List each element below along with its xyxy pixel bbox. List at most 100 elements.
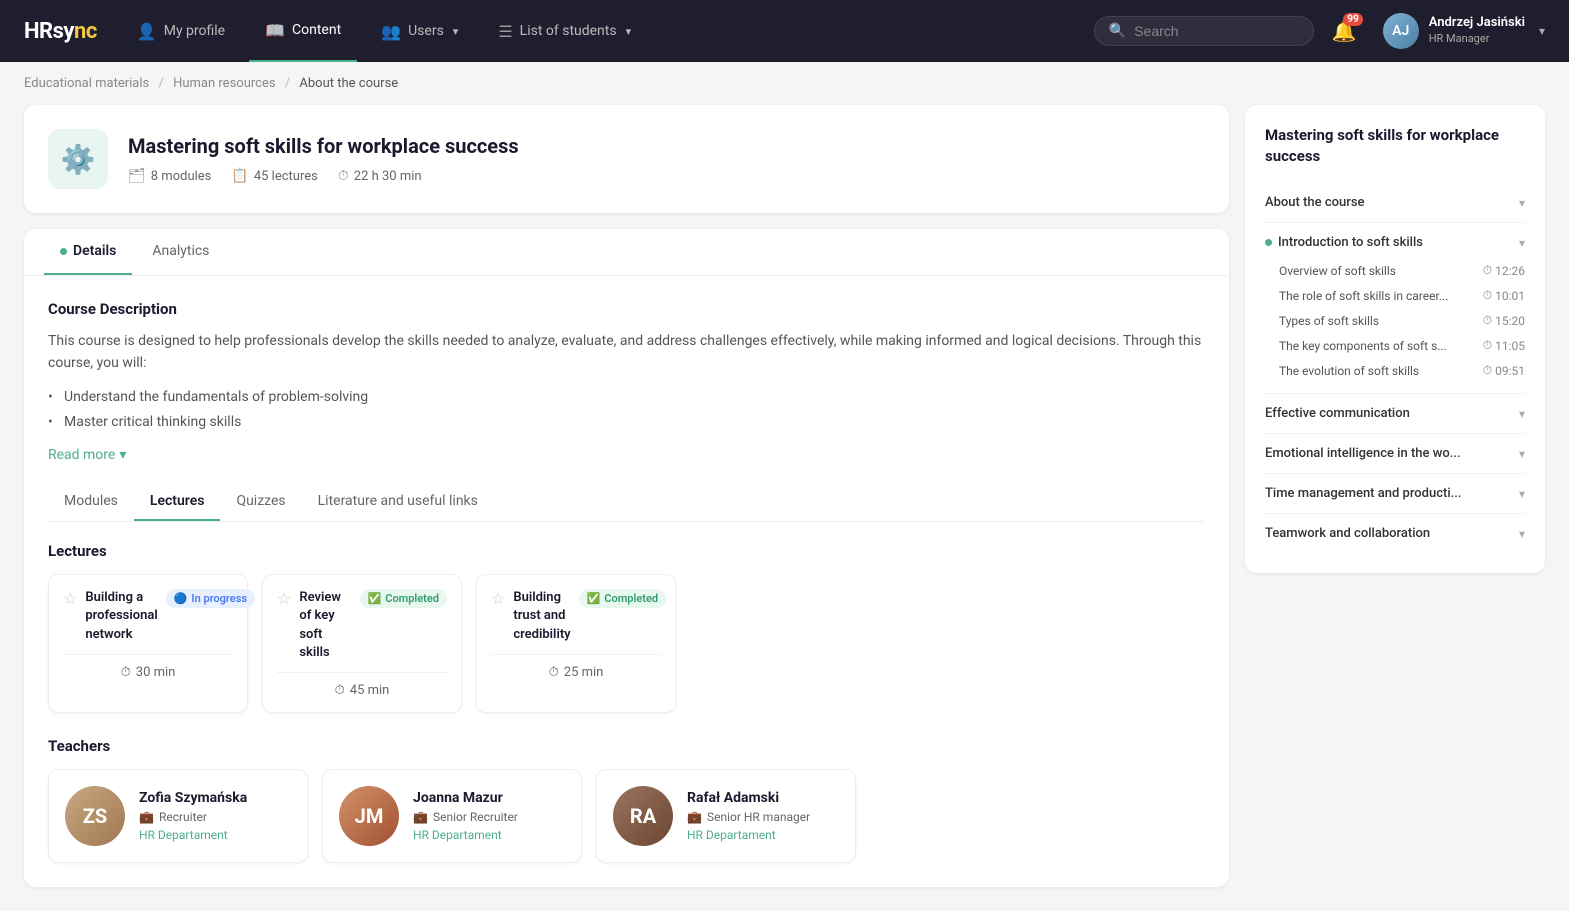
- effective-comm-chevron: [1519, 407, 1525, 421]
- lesson-clock-2: ⏱: [1483, 313, 1492, 328]
- teacher-avatar-1: JM: [339, 786, 399, 846]
- sub-tab-lectures[interactable]: Lectures: [134, 483, 221, 521]
- notification-badge: 99: [1343, 13, 1362, 26]
- avatar-image: AJ: [1383, 13, 1419, 49]
- teacher-name-1: Joanna Mazur: [413, 790, 518, 806]
- role-label-1: Senior Recruiter: [433, 810, 518, 824]
- user-role: HR Manager: [1429, 32, 1525, 46]
- breadcrumb-sep-0: /: [158, 76, 163, 91]
- breadcrumb-item-0[interactable]: Educational materials: [24, 76, 149, 91]
- sub-tab-literature[interactable]: Literature and useful links: [302, 483, 494, 521]
- teacher-role-0: 💼 Recruiter: [139, 810, 247, 824]
- nav-item-list-of-students[interactable]: ☰ List of students ▾: [482, 0, 647, 62]
- profile-icon: 👤: [137, 22, 157, 41]
- lecture-time-0: ⏱ 30 min: [63, 654, 233, 680]
- sidebar-section-header-time-mgmt[interactable]: Time management and producti...: [1265, 484, 1525, 503]
- course-lectures-meta: 📋 45 lectures: [231, 168, 317, 184]
- nav-label-list-of-students: List of students: [520, 23, 617, 39]
- sidebar-lesson-0[interactable]: Overview of soft skills ⏱ 12:26: [1279, 258, 1525, 283]
- nav-item-content[interactable]: 📖 Content: [249, 0, 357, 62]
- description-bullets: Understand the fundamentals of problem-s…: [48, 385, 1205, 435]
- user-dropdown-icon: ▾: [1539, 24, 1545, 38]
- lecture-star-1[interactable]: ☆: [277, 589, 291, 608]
- search-input[interactable]: [1134, 23, 1299, 39]
- sidebar-section-intro: Introduction to soft skills Overview of …: [1265, 223, 1525, 394]
- lesson-clock-4: ⏱: [1483, 363, 1492, 378]
- tab-label-details: Details: [73, 243, 116, 259]
- sub-tab-quizzes[interactable]: Quizzes: [220, 483, 301, 521]
- sidebar-section-header-emotional-intel[interactable]: Emotional intelligence in the wo...: [1265, 444, 1525, 463]
- teacher-dept-1[interactable]: HR Departament: [413, 828, 518, 842]
- logo-accent: nc: [74, 19, 97, 44]
- time-mgmt-label-text: Time management and producti...: [1265, 486, 1461, 501]
- lecture-star-0[interactable]: ☆: [63, 589, 77, 608]
- sidebar-section-header-teamwork[interactable]: Teamwork and collaboration: [1265, 524, 1525, 543]
- lecture-star-2[interactable]: ☆: [491, 589, 505, 608]
- sub-tab-modules[interactable]: Modules: [48, 483, 134, 521]
- teacher-avatar-initials-1: JM: [339, 786, 399, 846]
- avatar: AJ: [1383, 13, 1419, 49]
- about-label-text: About the course: [1265, 195, 1364, 210]
- time-icon-1: ⏱: [335, 683, 345, 698]
- sidebar-section-label-emotional-intel: Emotional intelligence in the wo...: [1265, 446, 1461, 461]
- sidebar-lesson-3[interactable]: The key components of soft s... ⏱ 11:05: [1279, 333, 1525, 358]
- lesson-time-val-3: 11:05: [1495, 339, 1525, 353]
- nav-item-my-profile[interactable]: 👤 My profile: [121, 0, 241, 62]
- sidebar-lesson-1[interactable]: The role of soft skills in career... ⏱ 1…: [1279, 283, 1525, 308]
- sidebar-section-effective-comm: Effective communication: [1265, 394, 1525, 434]
- tab-details[interactable]: Details: [44, 229, 132, 275]
- intro-bullet: [1265, 239, 1272, 246]
- badge-icon-1: ✅: [368, 592, 382, 605]
- time-mgmt-chevron: [1519, 487, 1525, 501]
- teamwork-label-text: Teamwork and collaboration: [1265, 526, 1430, 541]
- lesson-time-0: ⏱ 12:26: [1483, 263, 1525, 278]
- sidebar-section-teamwork: Teamwork and collaboration: [1265, 514, 1525, 553]
- sidebar-section-label-intro: Introduction to soft skills: [1265, 235, 1423, 250]
- time-value-1: 45 min: [350, 683, 390, 698]
- lecture-time-2: ⏱ 25 min: [491, 654, 661, 680]
- user-menu[interactable]: AJ Andrzej Jasiński HR Manager ▾: [1383, 13, 1545, 49]
- role-icon-0: 💼: [139, 810, 154, 824]
- user-name: Andrzej Jasiński: [1429, 15, 1525, 32]
- badge-label-2: Completed: [604, 592, 658, 605]
- teacher-card-0: ZS Zofia Szymańska 💼 Recruiter HR Depart…: [48, 769, 308, 863]
- breadcrumb: Educational materials / Human resources …: [0, 62, 1569, 105]
- lesson-time-4: ⏱ 09:51: [1483, 363, 1525, 378]
- teachers-title: Teachers: [48, 737, 1205, 755]
- lesson-time-val-2: 15:20: [1495, 314, 1525, 328]
- sidebar-section-time-mgmt: Time management and producti...: [1265, 474, 1525, 514]
- nav-item-users[interactable]: 👥 Users ▾: [365, 0, 474, 62]
- sidebar-section-header-intro[interactable]: Introduction to soft skills: [1265, 233, 1525, 252]
- teachers-grid: ZS Zofia Szymańska 💼 Recruiter HR Depart…: [48, 769, 1205, 863]
- teacher-role-2: 💼 Senior HR manager: [687, 810, 810, 824]
- sidebar-section-emotional-intel: Emotional intelligence in the wo...: [1265, 434, 1525, 474]
- teacher-dept-0[interactable]: HR Departament: [139, 828, 247, 842]
- lecture-name-1: Review of key soft skills: [299, 589, 351, 662]
- role-icon-1: 💼: [413, 810, 428, 824]
- sidebar: Mastering soft skills for workplace succ…: [1245, 105, 1545, 573]
- notification-bell[interactable]: 🔔 99: [1332, 19, 1357, 43]
- search-box[interactable]: 🔍: [1094, 16, 1314, 46]
- breadcrumb-item-1[interactable]: Human resources: [173, 76, 275, 91]
- lesson-clock-0: ⏱: [1483, 263, 1492, 278]
- sidebar-section-header-effective-comm[interactable]: Effective communication: [1265, 404, 1525, 423]
- teacher-dept-2[interactable]: HR Departament: [687, 828, 810, 842]
- sidebar-section-header-about[interactable]: About the course: [1265, 193, 1525, 212]
- main-content: ⚙️ Mastering soft skills for workplace s…: [24, 105, 1229, 887]
- description-text: This course is designed to help professi…: [48, 330, 1205, 375]
- role-label-0: Recruiter: [159, 810, 207, 824]
- modules-icon: 🗂: [128, 168, 146, 184]
- badge-icon-0: 🔵: [174, 592, 188, 605]
- course-modules-meta: 🗂 8 modules: [128, 168, 211, 184]
- sidebar-lesson-4[interactable]: The evolution of soft skills ⏱ 09:51: [1279, 358, 1525, 383]
- read-more-button[interactable]: Read more ▾: [48, 447, 1205, 463]
- sidebar-lesson-2[interactable]: Types of soft skills ⏱ 15:20: [1279, 308, 1525, 333]
- app-logo[interactable]: HRsync: [24, 19, 97, 44]
- lecture-badge-2: ✅ Completed: [579, 589, 666, 608]
- tab-analytics[interactable]: Analytics: [136, 229, 225, 275]
- lesson-name-4: The evolution of soft skills: [1279, 364, 1483, 378]
- sidebar-section-label-about: About the course: [1265, 195, 1364, 210]
- bullet-0: Understand the fundamentals of problem-s…: [48, 385, 1205, 410]
- emotional-intel-label-text: Emotional intelligence in the wo...: [1265, 446, 1461, 461]
- lecture-badge-1: ✅ Completed: [360, 589, 447, 608]
